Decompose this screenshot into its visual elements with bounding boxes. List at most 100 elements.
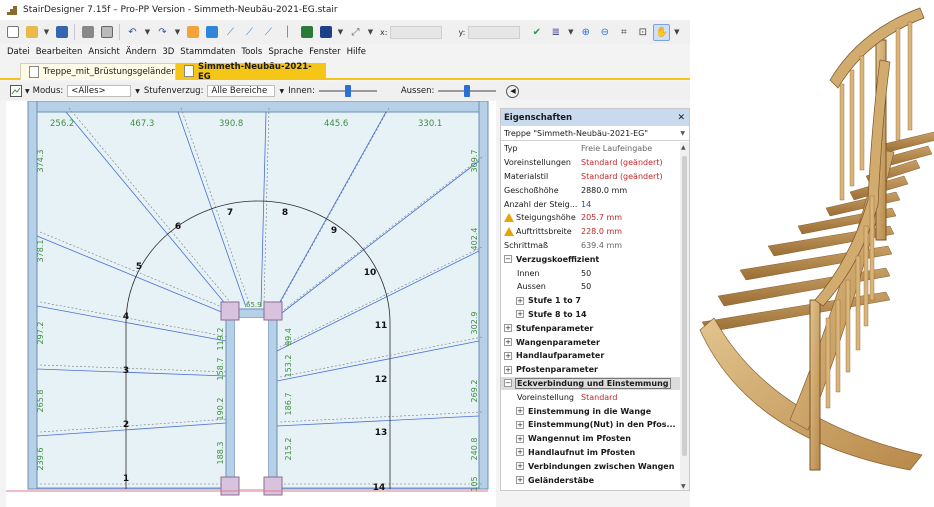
group-handlaufparameter[interactable]: + Handlaufparameter — [501, 349, 681, 363]
chevron-down-icon[interactable]: ▼ — [173, 24, 182, 41]
prop-row-materialstil[interactable]: Materialstil Standard (geändert) — [501, 170, 681, 184]
menu-sprache[interactable]: Sprache — [265, 47, 306, 57]
menu-ansicht[interactable]: Ansicht — [85, 47, 122, 57]
list-view-icon[interactable]: ≣ — [547, 24, 564, 41]
save-icon[interactable] — [53, 24, 70, 41]
group-einstemmung-nut-pfosten[interactable]: + Einstemmung(Nut) in den Pfos... — [501, 418, 681, 432]
expand-icon[interactable]: + — [504, 351, 512, 360]
chevron-down-icon[interactable]: ▼ — [42, 24, 51, 41]
stair-plan-canvas[interactable]: 256.2 467.3 390.8 445.6 330.1 374.3 378.1 297.2… — [6, 101, 496, 507]
group-handlaufnut-pfosten[interactable]: + Handlaufnut im Pfosten — [501, 446, 681, 460]
plan-view-icon[interactable] — [203, 24, 220, 41]
group-verbindungen-wangen[interactable]: + Verbindungen zwischen Wangen — [501, 459, 681, 473]
expand-icon[interactable]: + — [516, 420, 524, 429]
coord-x-input[interactable] — [390, 25, 443, 39]
expand-icon[interactable]: + — [516, 448, 524, 457]
pan-hand-icon[interactable]: ✋ — [653, 23, 671, 41]
group-stufe-8-to-14[interactable]: + Stufe 8 to 14 — [501, 308, 681, 322]
group-wangennut-pfosten[interactable]: + Wangennut im Pfosten — [501, 432, 681, 446]
chevron-down-icon[interactable]: ▼ — [279, 88, 284, 95]
expand-icon[interactable]: + — [516, 476, 524, 485]
new-file-icon[interactable] — [4, 24, 21, 41]
prop-row-schrittmass[interactable]: Schrittmaß 639.4 mm — [501, 239, 681, 253]
properties-scrollbar[interactable]: ▲ ▼ — [680, 142, 689, 490]
confirm-check-icon[interactable]: ✔ — [528, 24, 545, 41]
prop-row-typ[interactable]: Typ Freie Laufeingabe — [501, 142, 681, 156]
undo-icon[interactable]: ↶ — [124, 24, 141, 41]
expand-icon[interactable]: + — [504, 324, 512, 333]
expand-icon[interactable]: + — [504, 365, 512, 374]
expand-icon[interactable]: + — [504, 338, 512, 347]
zoom-window-icon[interactable]: ⊡ — [634, 24, 651, 41]
collapse-icon[interactable]: − — [504, 379, 512, 388]
menu-aendern[interactable]: Ändern — [123, 47, 160, 57]
expand-icon[interactable]: + — [516, 462, 524, 471]
group-verzugskoeffizient[interactable]: − Verzugskoeffizient — [501, 252, 681, 266]
layers-icon[interactable] — [317, 24, 334, 41]
zoom-out-icon[interactable]: ⊖ — [596, 24, 613, 41]
stair-plan-drawing[interactable]: 256.2 467.3 390.8 445.6 330.1 374.3 378.1 297.2… — [6, 101, 496, 507]
prop-row-innen[interactable]: Innen 50 — [501, 266, 681, 280]
material-icon[interactable] — [298, 24, 315, 41]
zoom-in-icon[interactable]: ⊕ — [577, 24, 594, 41]
prop-row-auftrittsbreite[interactable]: Auftrittsbreite 228.0 mm — [501, 225, 681, 239]
aussen-slider[interactable] — [438, 85, 497, 97]
chevron-down-icon[interactable]: ▼ — [143, 24, 152, 41]
coord-y-field[interactable]: y: — [458, 25, 521, 39]
view-mode-icon[interactable] — [10, 85, 22, 97]
modus-select[interactable]: <Alles> — [67, 85, 132, 97]
menu-tools[interactable]: Tools — [238, 47, 265, 57]
chevron-down-icon[interactable]: ▼ — [566, 24, 575, 41]
menu-stammdaten[interactable]: Stammdaten — [177, 47, 238, 57]
expand-icon[interactable]: + — [516, 434, 524, 443]
group-einstemmung-wange[interactable]: + Einstemmung in die Wange — [501, 404, 681, 418]
group-wangenparameter[interactable]: + Wangenparameter — [501, 335, 681, 349]
scrollbar-thumb[interactable] — [682, 156, 687, 456]
group-pfostenparameter[interactable]: + Pfostenparameter — [501, 363, 681, 377]
prop-row-steigungshoehe[interactable]: Steigungshöhe 205.7 mm — [501, 211, 681, 225]
prop-row-geschosshoehe[interactable]: Geschoßhöhe 2880.0 mm — [501, 183, 681, 197]
back-arrow-icon[interactable]: ◀ — [506, 84, 520, 98]
prop-row-voreinstellung[interactable]: Voreinstellung Standard — [501, 390, 681, 404]
draw-post-icon[interactable]: │ — [279, 24, 296, 41]
draw-stringer-icon[interactable]: ⟋ — [241, 24, 258, 41]
group-eckverbindung[interactable]: − Eckverbindung und Einstemmung — [501, 376, 681, 391]
zoom-extents-icon[interactable]: ⌗ — [615, 24, 632, 41]
menu-datei[interactable]: Datei — [4, 47, 33, 57]
tab-treppe-mit-bruestungsgelaender[interactable]: Treppe_mit_Brüstungsgeländer — [20, 63, 176, 80]
print-icon[interactable] — [79, 24, 96, 41]
chevron-down-icon[interactable]: ▼ — [25, 88, 30, 95]
collapse-icon[interactable]: − — [504, 255, 512, 264]
print-preview-icon[interactable] — [98, 24, 115, 41]
aussen-slider-thumb[interactable] — [464, 85, 471, 97]
group-stufenparameter[interactable]: + Stufenparameter — [501, 321, 681, 335]
coord-x-field[interactable]: x: — [380, 25, 443, 39]
scroll-up-icon[interactable]: ▲ — [681, 144, 686, 151]
expand-icon[interactable]: + — [516, 407, 524, 416]
expand-icon[interactable]: + — [516, 310, 524, 319]
menu-fenster[interactable]: Fenster — [306, 47, 344, 57]
close-icon[interactable]: ✕ — [677, 113, 685, 123]
prop-row-aussen[interactable]: Aussen 50 — [501, 280, 681, 294]
draw-handrail-icon[interactable]: ⟋ — [260, 24, 277, 41]
snap-icon[interactable]: ⤢ — [347, 24, 364, 41]
redo-icon[interactable]: ↷ — [154, 24, 171, 41]
chevron-down-icon[interactable]: ▼ — [135, 88, 140, 95]
menu-bearbeiten[interactable]: Bearbeiten — [33, 47, 86, 57]
properties-icon[interactable] — [184, 24, 201, 41]
group-stufe-1-to-7[interactable]: + Stufe 1 to 7 — [501, 294, 681, 308]
innen-slider[interactable] — [318, 85, 377, 97]
draw-line-icon[interactable]: ⟋ — [222, 24, 239, 41]
expand-icon[interactable]: + — [516, 296, 524, 305]
chevron-down-icon[interactable]: ▼ — [672, 24, 681, 41]
innen-slider-thumb[interactable] — [344, 85, 351, 97]
open-folder-icon[interactable] — [23, 24, 40, 41]
prop-row-anzahl-steigungen[interactable]: Anzahl der Steig... 14 — [501, 197, 681, 211]
chevron-down-icon[interactable]: ▼ — [366, 24, 375, 41]
menu-hilfe[interactable]: Hilfe — [344, 47, 369, 57]
menu-3d[interactable]: 3D — [159, 47, 177, 57]
object-select[interactable]: Treppe "Simmeth-Neubäu-2021-EG" ▼ — [501, 126, 689, 141]
tab-simmeth-neubaeu-active[interactable]: Simmeth-Neubäu-2021-EG — [176, 62, 326, 82]
coord-y-input[interactable] — [468, 25, 521, 39]
group-gelaenderstaebe[interactable]: + Geländerstäbe — [501, 473, 681, 487]
